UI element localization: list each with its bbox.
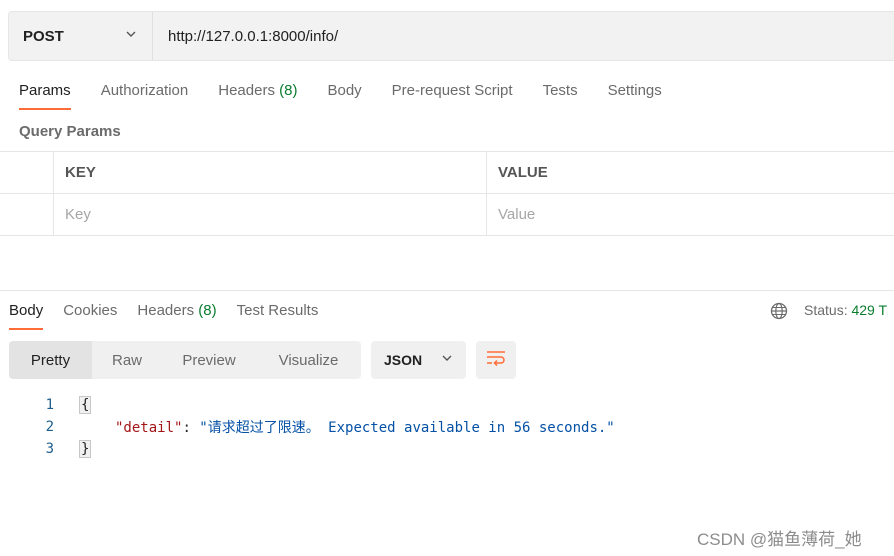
- key-input[interactable]: Key: [54, 194, 487, 235]
- value-input[interactable]: Value: [487, 194, 894, 235]
- globe-icon[interactable]: [770, 302, 788, 320]
- response-body-code[interactable]: 1 { 2 "detail": "请求超过了限速。 Expected avail…: [0, 394, 894, 460]
- method-label: POST: [23, 27, 64, 45]
- view-mode-visualize[interactable]: Visualize: [256, 341, 361, 379]
- tab-label: Authorization: [100, 82, 189, 99]
- json-key: "detail": [115, 420, 183, 436]
- line-number: 2: [45, 419, 54, 435]
- format-label: JSON: [384, 352, 423, 368]
- format-dropdown[interactable]: JSON: [371, 341, 466, 379]
- close-brace: }: [79, 440, 92, 458]
- column-header-key: KEY: [54, 152, 487, 193]
- wrap-lines-button[interactable]: [476, 341, 516, 379]
- tab-params[interactable]: Params: [19, 80, 71, 110]
- tab-response-body[interactable]: Body: [9, 300, 44, 330]
- table-header-row: KEY VALUE: [0, 152, 894, 194]
- tab-count-badge: (8): [198, 302, 217, 319]
- tab-label: Test Results: [236, 302, 319, 319]
- query-params-table: KEY VALUE Key Value: [0, 151, 894, 236]
- open-brace: {: [79, 396, 92, 414]
- response-divider[interactable]: [0, 290, 894, 291]
- tab-label: Pre-request Script: [391, 82, 513, 99]
- wrap-lines-icon: [486, 350, 506, 371]
- response-status: Status: 429 T: [804, 302, 887, 318]
- status-label: Status:: [804, 302, 848, 318]
- tab-cookies[interactable]: Cookies: [63, 300, 117, 330]
- tab-response-headers[interactable]: Headers (8): [137, 300, 216, 330]
- tab-label: Params: [19, 82, 71, 99]
- method-select[interactable]: POST: [9, 12, 153, 60]
- url-input[interactable]: http://127.0.0.1:8000/info/: [153, 12, 894, 60]
- line-number: 3: [45, 441, 54, 457]
- row-checkbox-cell: [0, 194, 54, 235]
- tab-label: Body: [9, 302, 44, 319]
- tab-settings[interactable]: Settings: [608, 80, 662, 110]
- response-tabs: Body Cookies Headers (8) Test Results: [9, 300, 338, 332]
- tab-label: Headers: [137, 302, 195, 319]
- tab-headers[interactable]: Headers (8): [218, 80, 297, 110]
- tab-label: Body: [327, 82, 362, 99]
- request-bar: POST http://127.0.0.1:8000/info/: [8, 11, 894, 61]
- tab-authorization[interactable]: Authorization: [101, 80, 189, 110]
- tab-label: Tests: [542, 82, 578, 99]
- view-mode-selector: Pretty Raw Preview Visualize: [9, 341, 361, 379]
- code-line: 3 }: [0, 438, 894, 460]
- tab-tests[interactable]: Tests: [543, 80, 578, 110]
- request-tabs: Params Authorization Headers (8) Body Pr…: [19, 80, 692, 112]
- tab-pre-request-script[interactable]: Pre-request Script: [392, 80, 513, 110]
- tab-count-badge: (8): [279, 82, 298, 99]
- json-string-value: "请求超过了限速。 Expected available in 56 secon…: [199, 420, 615, 436]
- code-line: 2 "detail": "请求超过了限速。 Expected available…: [0, 416, 894, 438]
- tab-body[interactable]: Body: [327, 80, 361, 110]
- tab-label: Headers: [218, 82, 275, 99]
- line-number: 1: [45, 397, 54, 413]
- table-row: Key Value: [0, 194, 894, 236]
- chevron-down-icon: [440, 351, 454, 370]
- status-code[interactable]: 429 T: [851, 302, 887, 318]
- query-params-title: Query Params: [19, 123, 121, 140]
- chevron-down-icon: [124, 27, 138, 46]
- view-mode-raw[interactable]: Raw: [92, 341, 162, 379]
- view-mode-preview[interactable]: Preview: [162, 341, 256, 379]
- tab-label: Cookies: [63, 302, 118, 319]
- tab-label: Settings: [607, 82, 662, 99]
- view-mode-pretty[interactable]: Pretty: [9, 341, 92, 379]
- tab-test-results[interactable]: Test Results: [237, 300, 319, 330]
- json-separator: :: [182, 420, 200, 436]
- code-line: 1 {: [0, 394, 894, 416]
- watermark: CSDN @猫鱼薄荷_她: [697, 530, 862, 549]
- column-header-value: VALUE: [498, 164, 548, 181]
- checkbox-column: [0, 152, 54, 193]
